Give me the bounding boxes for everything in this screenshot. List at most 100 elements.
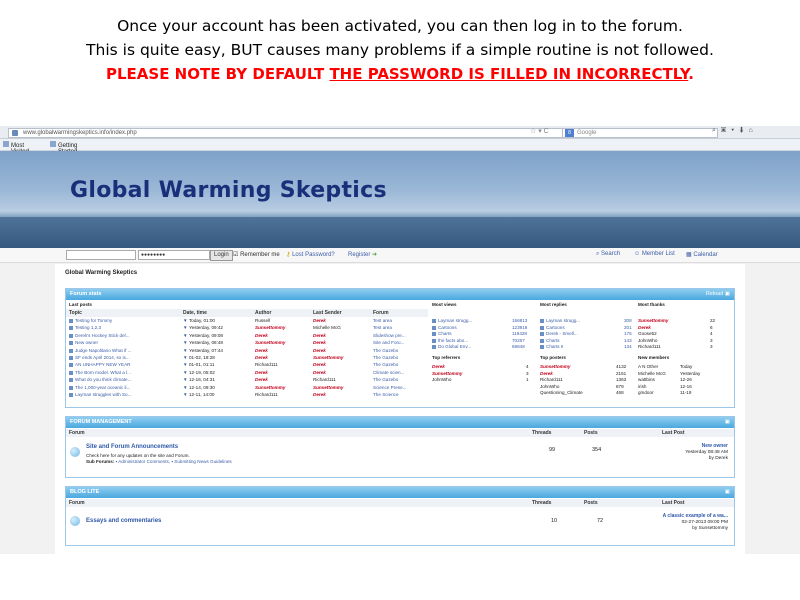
post-forum[interactable]: Climate scien... (373, 370, 404, 375)
goto-post-icon[interactable]: ▼ (183, 362, 188, 367)
post-topic[interactable]: Testing 1,2,3 (75, 325, 101, 330)
post-topic[interactable]: Derek's Hockey Stick del... (75, 333, 130, 338)
post-forum[interactable]: The Gazebo (373, 377, 398, 382)
post-forum[interactable]: Site and Foru... (373, 340, 404, 345)
post-author[interactable]: Russell (255, 318, 270, 323)
post-author[interactable]: Sunsettommy (255, 385, 285, 390)
post-last-sender[interactable]: Derek (313, 333, 326, 338)
post-author[interactable]: Derek (255, 377, 268, 382)
most-views-name[interactable]: the facts abo... (438, 338, 468, 343)
post-topic[interactable]: New owner (75, 340, 98, 345)
last-post-author[interactable]: by Derek (709, 456, 728, 461)
remember-me[interactable]: ☑ Remember me (233, 251, 280, 258)
post-topic[interactable]: The Born model. What a l... (75, 370, 131, 375)
post-forum[interactable]: Science Prese... (373, 385, 406, 390)
post-last-sender[interactable]: Sunsettommy (313, 355, 343, 360)
top-referrers-name[interactable]: Derek (432, 364, 445, 369)
most-thanks-name[interactable]: Richard111 (638, 344, 661, 349)
site-name[interactable]: Global Warming Skeptics (65, 270, 137, 276)
goto-post-icon[interactable]: ▼ (183, 355, 188, 360)
post-topic[interactable]: The 1,000-year oceanic li... (75, 385, 130, 390)
post-last-sender[interactable]: Derek (313, 392, 326, 397)
goto-post-icon[interactable]: ▼ (183, 392, 188, 397)
most-replies-name[interactable]: Charts II (546, 344, 563, 349)
goto-post-icon[interactable]: ▼ (183, 348, 188, 353)
top-referrers-name[interactable]: JohnWho (432, 377, 451, 382)
post-topic[interactable]: What do you think climate... (75, 377, 131, 382)
top-posters-name[interactable]: Questioning_Climate (540, 390, 583, 395)
post-topic[interactable]: SF ends April 2014, so is... (75, 355, 130, 360)
post-author[interactable]: Sunsettommy (255, 325, 285, 330)
banner-title[interactable]: Global Warming Skeptics (70, 178, 387, 203)
remember-checkbox-icon[interactable]: ☑ (233, 252, 238, 258)
top-posters-name[interactable]: Sunsettommy (540, 364, 570, 369)
top-posters-name[interactable]: JohnWho (540, 384, 559, 389)
post-forum[interactable]: The Gazebo (373, 355, 398, 360)
forum-title-announcements[interactable]: Site and Forum Announcements (86, 444, 178, 450)
register-link[interactable]: Register ➔ (348, 251, 377, 258)
post-last-sender[interactable]: Derek (313, 362, 326, 367)
search-link[interactable]: ⌕ Search (596, 251, 620, 258)
most-views-name[interactable]: Layman strugg... (438, 318, 472, 323)
post-author[interactable]: Derek (255, 333, 268, 338)
last-post-author[interactable]: by Sunsettommy (692, 526, 728, 531)
post-topic[interactable]: AN UNHAPPY NEW YEAR (75, 362, 130, 367)
most-thanks-name[interactable]: Goose52 (638, 331, 657, 336)
post-topic[interactable]: Layman struggles with So... (75, 392, 131, 397)
collapse-icon[interactable]: ▣ (725, 417, 730, 428)
goto-post-icon[interactable]: ▼ (183, 318, 188, 323)
post-author[interactable]: Derek (255, 370, 268, 375)
post-author[interactable]: Derek (255, 348, 268, 353)
post-forum[interactable]: Slideshow pre... (373, 333, 406, 338)
sub-forum-admin-comments[interactable]: ▪ Administrator Comments, (116, 459, 170, 464)
address-bar[interactable]: www.globalwarmingskeptics.info/index.php (8, 128, 564, 138)
post-last-sender[interactable]: Derek (313, 370, 326, 375)
post-last-sender[interactable]: Derek (313, 318, 326, 323)
collapse-icon[interactable]: ▣ (725, 487, 730, 498)
login-button[interactable]: Login (210, 250, 233, 261)
goto-post-icon[interactable]: ▼ (183, 325, 188, 330)
goto-post-icon[interactable]: ▼ (183, 385, 188, 390)
most-views-name[interactable]: Charts (438, 331, 452, 336)
post-last-sender[interactable]: Derek (313, 340, 326, 345)
post-last-sender[interactable]: Richard111 (313, 377, 336, 382)
sub-forum-news-guidelines[interactable]: ▪ Submitting News Guidelines (171, 459, 231, 464)
new-members-name[interactable]: wattbins (638, 377, 655, 382)
member-list-link[interactable]: ☺ Member List (634, 251, 675, 257)
browser-search-box[interactable]: 8 Google (562, 128, 718, 138)
bookmark-most-visited[interactable]: Most Visited (3, 141, 29, 155)
most-views-name[interactable]: Cartoons (438, 325, 457, 330)
new-members-name[interactable]: gmdoor (638, 390, 654, 395)
reload-link[interactable]: Reload ▣ (706, 289, 730, 300)
post-forum[interactable]: The Gazebo (373, 362, 398, 367)
most-thanks-name[interactable]: Sunsettommy (638, 318, 668, 323)
calendar-link[interactable]: ▦ Calendar (686, 251, 718, 258)
username-input[interactable] (66, 250, 136, 260)
post-forum[interactable]: Test area (373, 318, 392, 323)
last-post-title[interactable]: New owner (702, 443, 728, 449)
browser-tools-icons[interactable]: ⌕▣▾⬇⌂ (712, 127, 758, 135)
most-replies-name[interactable]: Cartoons (546, 325, 565, 330)
most-views-name[interactable]: Do Global Env... (438, 344, 471, 349)
bookmark-getting-started[interactable]: Getting Started (50, 141, 77, 155)
last-post-title[interactable]: A classic example of a wa... (663, 513, 728, 519)
bookmark-star-icon[interactable]: ☆ ▾ C (530, 127, 549, 135)
goto-post-icon[interactable]: ▼ (183, 333, 188, 338)
new-members-name[interactable]: irish (638, 384, 646, 389)
post-topic[interactable]: Testing for Tommy (75, 318, 112, 323)
post-forum[interactable]: The Gazebo (373, 348, 398, 353)
lost-password-link[interactable]: ⚷ Lost Password? (286, 251, 335, 258)
post-author[interactable]: Derek (255, 355, 268, 360)
post-last-sender[interactable]: Michelle McG (313, 325, 341, 330)
post-author[interactable]: Richard111 (255, 362, 278, 367)
most-replies-name[interactable]: Charts (546, 338, 560, 343)
post-forum[interactable]: The Science (373, 392, 399, 397)
top-posters-name[interactable]: Richard111 (540, 377, 563, 382)
forum-title-essays[interactable]: Essays and commentaries (86, 518, 161, 524)
post-topic[interactable]: Judge Napolitano What if ... (75, 348, 131, 353)
new-members-name[interactable]: A N Other (638, 364, 658, 369)
post-forum[interactable]: Test area (373, 325, 392, 330)
goto-post-icon[interactable]: ▼ (183, 370, 188, 375)
post-last-sender[interactable]: Sunsettommy (313, 385, 343, 390)
post-author[interactable]: Sunsettommy (255, 340, 285, 345)
